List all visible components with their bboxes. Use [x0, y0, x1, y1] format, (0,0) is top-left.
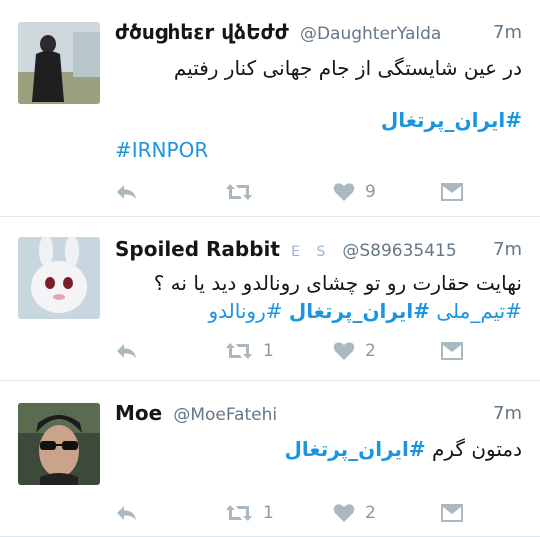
tweet-actions: 1 2	[115, 339, 522, 363]
tweet-text: در عین شایستگی از جام جهانی کنار رفتیم	[173, 56, 522, 80]
timestamp: 7m	[493, 239, 522, 260]
heart-icon	[333, 183, 355, 201]
heart-icon	[333, 342, 355, 360]
name-badges: E S	[291, 244, 332, 260]
retweet-button[interactable]: 1	[225, 501, 274, 525]
avatar[interactable]	[18, 22, 100, 104]
retweet-count: 1	[263, 503, 274, 523]
like-count: 2	[365, 341, 376, 361]
tweet-hashtags: #تیم_ملی #ایران_پرتغال #رونالدو	[115, 297, 523, 325]
reply-button[interactable]	[115, 339, 139, 363]
user-handle[interactable]: @MoeFatehi	[173, 405, 277, 425]
direct-message-button[interactable]	[440, 501, 464, 525]
reply-icon	[117, 185, 136, 199]
tweet-text-plain: دمتون گرم	[432, 437, 522, 461]
hashtag-link[interactable]: #ایران_پرتغال	[381, 108, 522, 132]
tweet[interactable]: Spoiled Rabbit E S @S89635415 7m نهایت ح…	[0, 217, 540, 381]
reply-button[interactable]	[115, 180, 139, 204]
avatar-photo	[18, 403, 100, 485]
hashtag-link[interactable]: #ایران_پرتغال	[289, 299, 430, 323]
timestamp: 7m	[493, 22, 522, 43]
user-handle[interactable]: @S89635415	[342, 241, 456, 261]
timestamp: 7m	[493, 403, 522, 424]
tweet[interactable]: ժծսցհեεr վձԵժժ @DaughterYalda 7m در عین …	[0, 0, 540, 217]
tweet[interactable]: Moe @MoeFatehi 7m دمتون گرم #ایران_پرتغا…	[0, 381, 540, 537]
avatar-photo	[18, 22, 100, 104]
envelope-icon	[441, 183, 463, 201]
like-button[interactable]: 2	[333, 339, 376, 363]
tweet-actions: 9	[115, 180, 522, 204]
retweet-count: 1	[263, 341, 274, 361]
heart-icon	[333, 504, 355, 522]
reply-icon	[117, 344, 136, 358]
direct-message-button[interactable]	[440, 180, 464, 204]
display-name[interactable]: Moe	[115, 401, 162, 425]
reply-button[interactable]	[115, 501, 139, 525]
hashtag-link[interactable]: #IRNPOR	[115, 138, 208, 162]
display-name[interactable]: Spoiled Rabbit	[115, 237, 280, 261]
reply-icon	[117, 506, 136, 520]
avatar[interactable]	[18, 237, 100, 319]
display-name[interactable]: ժծսցհեεr վձԵժժ	[115, 20, 289, 44]
user-handle[interactable]: @DaughterYalda	[300, 24, 441, 44]
envelope-icon	[441, 504, 463, 522]
avatar-photo	[18, 237, 100, 319]
retweet-icon	[226, 343, 252, 359]
direct-message-button[interactable]	[440, 339, 464, 363]
retweet-icon	[226, 505, 252, 521]
envelope-icon	[441, 342, 463, 360]
hashtag-link[interactable]: #ایران_پرتغال	[285, 437, 426, 461]
hashtag-link[interactable]: #تیم_ملی	[436, 299, 522, 323]
hashtag-link[interactable]: #رونالدو	[209, 299, 283, 323]
tweet-text: نهایت حقارت رو تو چشای رونالدو دید یا نه…	[153, 271, 522, 295]
like-button[interactable]: 2	[333, 501, 376, 525]
retweet-button[interactable]	[225, 180, 253, 204]
like-count: 9	[365, 182, 376, 202]
retweet-icon	[226, 184, 252, 200]
tweet-actions: 1 2	[115, 501, 522, 525]
avatar[interactable]	[18, 403, 100, 485]
tweet-text: دمتون گرم #ایران_پرتغال	[115, 435, 522, 463]
retweet-button[interactable]: 1	[225, 339, 274, 363]
like-count: 2	[365, 503, 376, 523]
like-button[interactable]: 9	[333, 180, 376, 204]
